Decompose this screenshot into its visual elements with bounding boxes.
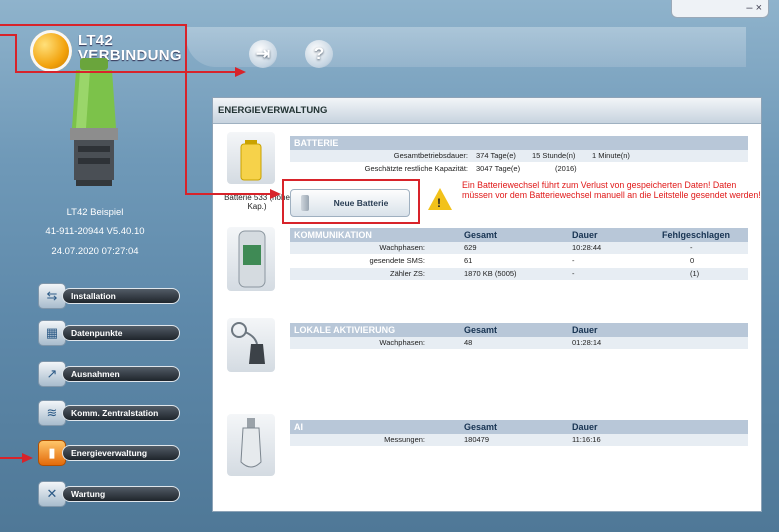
comm-col-failed: Fehlgeschlagen [662, 230, 731, 240]
help-icon: ? [313, 44, 325, 63]
nav-item-datenpunkte[interactable]: ▦ Datenpunkte [38, 320, 180, 346]
nav-item-wartung[interactable]: ✕ Wartung [38, 481, 180, 507]
table-row: Wachphasen: 629 10:28:44 - [290, 242, 748, 255]
table-row: Messungen: 180479 11:16:16 [290, 434, 748, 447]
ai-section: AI Gesamt Dauer Messungen: 180479 11:16:16 [290, 420, 748, 447]
row-label: Zähler ZS: [389, 269, 425, 278]
app-window: – × LT42 VERBINDUNG ⇥ ? LT42 Beispiel 41… [0, 0, 779, 532]
ai-section-header: AI Gesamt Dauer [290, 420, 748, 434]
row-failed: 0 [690, 256, 695, 265]
new-battery-icon [301, 195, 309, 211]
nav-label: Wartung [62, 486, 180, 502]
table-row: Wachphasen: 48 01:28:14 [290, 337, 748, 350]
row-total: 1870 KB (5005) [464, 269, 517, 278]
device-datetime: 24.07.2020 07:27:04 [51, 246, 139, 257]
ai-section-icon [227, 414, 275, 476]
nav-item-energieverwaltung[interactable]: ▮ Energieverwaltung [38, 440, 180, 466]
row-total: 629 [464, 243, 477, 252]
ai-rows: Messungen: 180479 11:16:16 [290, 434, 748, 447]
exit-button[interactable]: ⇥ [249, 40, 277, 68]
row-total: 61 [464, 256, 473, 265]
battery-section: BATTERIE Gesamtbetriebsdauer: 374 Tage(e… [290, 136, 748, 176]
local-activation-section-header: LOKALE AKTIVIERUNG Gesamt Dauer [290, 323, 748, 337]
row-duration: 01:28:14 [572, 338, 602, 347]
local-col-total: Gesamt [464, 325, 498, 335]
remaining-year: (2016) [555, 164, 577, 173]
window-controls[interactable]: – × [671, 0, 769, 18]
local-activation-section-icon [227, 318, 275, 372]
panel-title: ENERGIEVERWALTUNG [213, 98, 761, 124]
battery-type-label: Batterie 533 (hohe Kap.) [224, 193, 290, 211]
runtime-row: Gesamtbetriebsdauer: 374 Tage(e) 15 Stun… [290, 150, 748, 163]
remaining-row: Geschätzte restliche Kapazität: 3047 Tag… [290, 163, 748, 176]
runtime-days: 374 Tage(e) [476, 151, 516, 160]
nav-label: Komm. Zentralstation [62, 405, 180, 421]
device-id-version: 41-911-20944 V5.40.10 [45, 226, 145, 237]
communication-section-icon [227, 227, 275, 291]
table-row: gesendete SMS: 61 - 0 [290, 255, 748, 268]
nav-label: Energieverwaltung [62, 445, 180, 461]
row-total: 180479 [464, 435, 490, 444]
runtime-hours: 15 Stunde(n) [532, 151, 576, 160]
row-failed: - [690, 243, 693, 252]
local-activation-rows: Wachphasen: 48 01:28:14 [290, 337, 748, 350]
new-battery-button-label: Neue Batterie [333, 198, 389, 208]
row-duration: - [572, 256, 575, 265]
row-failed: (1) [690, 269, 700, 278]
ai-col-total: Gesamt [464, 422, 498, 432]
communication-rows: Wachphasen: 629 10:28:44 - gesendete SMS: 61 -… [290, 242, 748, 281]
communication-section: KOMMUNIKATION Gesamt Dauer Fehlgeschlage… [290, 228, 748, 281]
local-col-duration: Dauer [572, 325, 598, 335]
remaining-label: Geschätzte restliche Kapazität: [364, 164, 468, 173]
exit-icon: ⇥ [255, 44, 271, 63]
runtime-label: Gesamtbetriebsdauer: [393, 151, 468, 160]
row-total: 48 [464, 338, 473, 347]
table-row: Zähler ZS: 1870 KB (5005) - (1) [290, 268, 748, 281]
ai-col-duration: Dauer [572, 422, 598, 432]
local-activation-section: LOKALE AKTIVIERUNG Gesamt Dauer Wachphas… [290, 323, 748, 350]
row-duration: 11:16:16 [572, 435, 601, 444]
nav-item-installation[interactable]: ⇆ Installation [38, 283, 180, 309]
battery-section-header: BATTERIE [290, 136, 748, 150]
comm-col-total: Gesamt [464, 230, 498, 240]
nav-label: Ausnahmen [62, 366, 180, 382]
comm-col-duration: Dauer [572, 230, 598, 240]
row-label: gesendete SMS: [369, 256, 425, 265]
nav-label: Installation [62, 288, 180, 304]
row-label: Messungen: [384, 435, 425, 444]
arrow-head-exit [235, 67, 246, 77]
battery-warning-text: Ein Batteriewechsel führt zum Verlust vo… [462, 180, 761, 200]
device-name: LT42 Beispiel [66, 207, 124, 218]
nav-label: Datenpunkte [62, 325, 180, 341]
nav-item-ausnahmen[interactable]: ↗ Ausnahmen [38, 361, 180, 387]
runtime-minutes: 1 Minute(n) [592, 151, 630, 160]
battery-section-icon [227, 132, 275, 184]
row-duration: - [572, 269, 575, 278]
nav-item-komm-zentralstation[interactable]: ≋ Komm. Zentralstation [38, 400, 180, 426]
app-title-line1: LT42 [78, 32, 114, 49]
warning-exclamation: ! [437, 196, 441, 210]
remaining-days: 3047 Tage(e) [476, 164, 521, 173]
row-label: Wachphasen: [379, 243, 425, 252]
row-label: Wachphasen: [379, 338, 425, 347]
arrow-head-energy [22, 453, 33, 463]
device-image [70, 58, 118, 186]
communication-section-header: KOMMUNIKATION Gesamt Dauer Fehlgeschlage… [290, 228, 748, 242]
help-button[interactable]: ? [305, 40, 333, 68]
row-duration: 10:28:44 [572, 243, 602, 252]
